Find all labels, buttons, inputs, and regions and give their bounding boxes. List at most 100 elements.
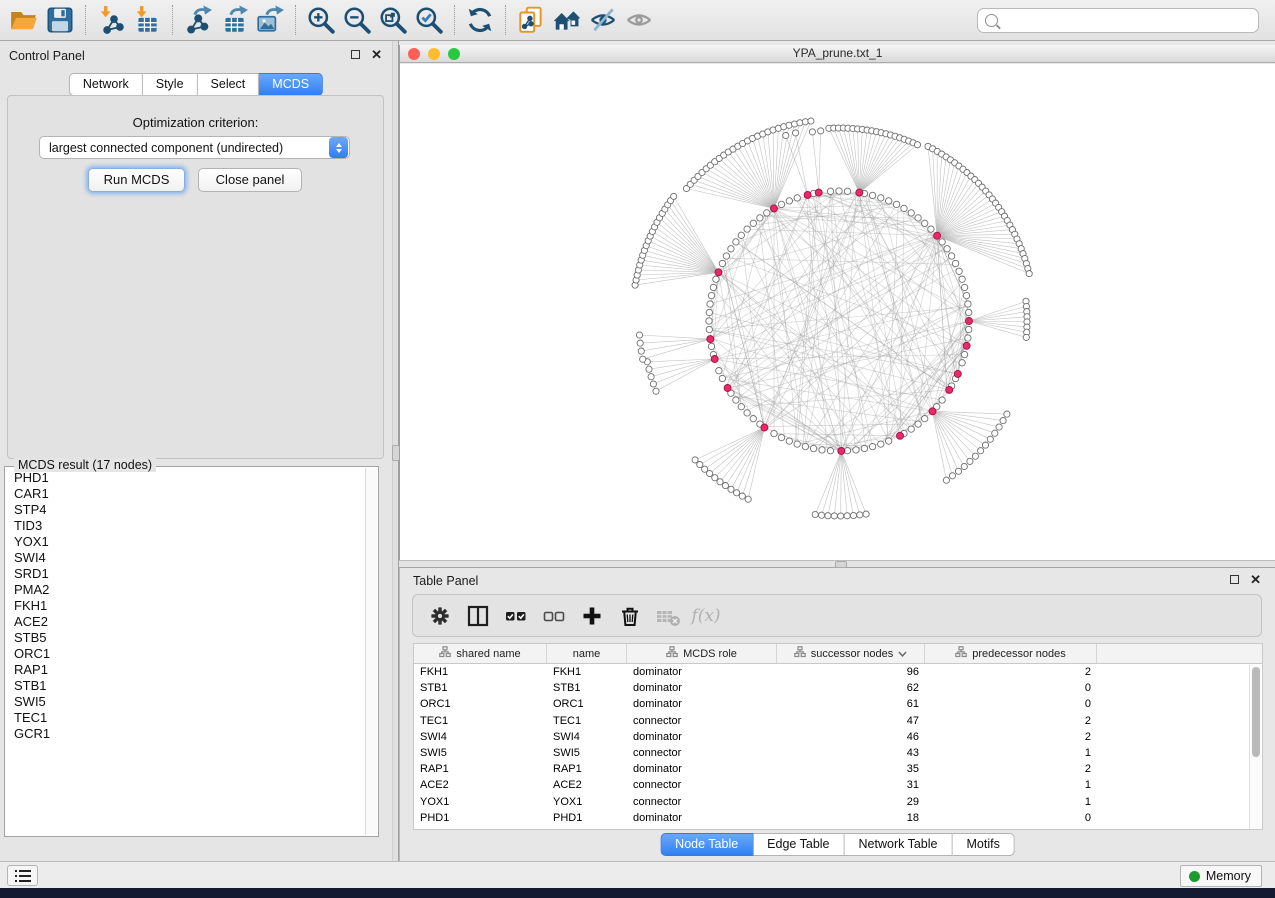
- zoom-in-icon[interactable]: [303, 3, 339, 37]
- tab-motifs[interactable]: Motifs: [952, 833, 1014, 856]
- result-node-item[interactable]: STB5: [6, 630, 365, 646]
- delete-column-icon[interactable]: [611, 599, 649, 633]
- zoom-selected-icon[interactable]: [411, 3, 447, 37]
- zoom-fit-icon[interactable]: [375, 3, 411, 37]
- mcds-result-box: MCDS result (17 nodes) PHD1CAR1STP4TID3Y…: [4, 466, 379, 837]
- result-node-item[interactable]: SWI4: [6, 550, 365, 566]
- close-panel-icon[interactable]: ✕: [371, 50, 382, 59]
- result-node-item[interactable]: CAR1: [6, 486, 365, 502]
- vertical-splitter[interactable]: [392, 41, 399, 861]
- cell-predecessor-nodes: 2: [925, 761, 1097, 777]
- close-panel-icon[interactable]: ✕: [1250, 575, 1261, 584]
- cell-shared-name: FKH1: [414, 664, 547, 680]
- column-header-successor-nodes[interactable]: successor nodes: [777, 644, 925, 663]
- table-row[interactable]: ACE2ACE2connector311: [414, 777, 1262, 793]
- result-node-item[interactable]: SWI5: [6, 694, 365, 710]
- select-all-rows-icon[interactable]: [497, 599, 535, 633]
- table-row[interactable]: PHD1PHD1dominator180: [414, 810, 1262, 826]
- toggle-columns-icon[interactable]: [459, 599, 497, 633]
- table-row[interactable]: SWI5SWI5connector431: [414, 745, 1262, 761]
- search-input[interactable]: [1004, 14, 1251, 28]
- result-node-item[interactable]: STB1: [6, 678, 365, 694]
- add-column-icon[interactable]: [573, 599, 611, 633]
- tab-network-table[interactable]: Network Table: [845, 833, 953, 856]
- new-network-from-selection-icon[interactable]: [513, 3, 549, 37]
- save-session-icon[interactable]: [42, 3, 78, 37]
- cell-shared-name: PHD1: [414, 810, 547, 826]
- export-image-icon[interactable]: [252, 3, 288, 37]
- scrollbar-thumb[interactable]: [1252, 667, 1260, 757]
- zoom-out-icon[interactable]: [339, 3, 375, 37]
- table-row[interactable]: SWI4SWI4dominator462: [414, 729, 1262, 745]
- tab-style[interactable]: Style: [143, 73, 198, 96]
- result-node-item[interactable]: FKH1: [6, 598, 365, 614]
- column-header-name[interactable]: name: [547, 644, 627, 663]
- deselect-all-rows-icon[interactable]: [535, 599, 573, 633]
- run-mcds-button[interactable]: Run MCDS: [88, 168, 185, 192]
- cell-predecessor-nodes: 1: [925, 777, 1097, 793]
- table-row[interactable]: RAP1RAP1dominator352: [414, 761, 1262, 777]
- result-node-item[interactable]: PMA2: [6, 582, 365, 598]
- criterion-select[interactable]: largest connected component (undirected): [39, 136, 350, 159]
- table-row[interactable]: ORC1ORC1dominator610: [414, 696, 1262, 712]
- float-panel-icon[interactable]: [1230, 575, 1239, 584]
- table-row[interactable]: STB1STB1dominator620: [414, 680, 1262, 696]
- first-neighbors-icon[interactable]: [549, 3, 585, 37]
- float-panel-icon[interactable]: [351, 50, 360, 59]
- table-row[interactable]: YOX1YOX1connector291: [414, 794, 1262, 810]
- cell-MCDS-role: connector: [627, 713, 777, 729]
- close-window-icon[interactable]: [408, 48, 420, 60]
- maximize-window-icon[interactable]: [448, 48, 460, 60]
- refresh-layout-icon[interactable]: [462, 3, 498, 37]
- result-node-item[interactable]: STP4: [6, 502, 365, 518]
- column-header-predecessor-nodes[interactable]: predecessor nodes: [925, 644, 1097, 663]
- cell-MCDS-role: dominator: [627, 761, 777, 777]
- cell-MCDS-role: dominator: [627, 664, 777, 680]
- table-row[interactable]: FKH1FKH1dominator962: [414, 664, 1262, 680]
- memory-button[interactable]: Memory: [1180, 865, 1262, 887]
- result-node-item[interactable]: TID3: [6, 518, 365, 534]
- horizontal-splitter[interactable]: [399, 560, 1275, 568]
- tab-mcds[interactable]: MCDS: [259, 73, 323, 96]
- network-canvas[interactable]: [400, 64, 1275, 560]
- column-header-MCDS-role[interactable]: MCDS role: [627, 644, 777, 663]
- control-panel-title: Control Panel: [9, 49, 85, 63]
- show-all-icon[interactable]: [621, 3, 657, 37]
- import-network-icon[interactable]: [93, 3, 129, 37]
- network-window: YPA_prune.txt_1: [399, 45, 1275, 560]
- result-node-item[interactable]: SRD1: [6, 566, 365, 582]
- cell-MCDS-role: dominator: [627, 680, 777, 696]
- splitter-grip[interactable]: [835, 561, 847, 568]
- result-node-item[interactable]: PHD1: [6, 470, 365, 486]
- search-box[interactable]: [977, 8, 1259, 33]
- close-panel-button[interactable]: Close panel: [198, 168, 302, 192]
- tab-node-table[interactable]: Node Table: [660, 833, 753, 856]
- column-header-shared-name[interactable]: shared name: [414, 644, 547, 663]
- export-network-icon[interactable]: [180, 3, 216, 37]
- result-node-item[interactable]: ACE2: [6, 614, 365, 630]
- cell-name: RAP1: [547, 761, 627, 777]
- hide-selected-icon[interactable]: [585, 3, 621, 37]
- tab-edge-table[interactable]: Edge Table: [753, 833, 844, 856]
- toolbar-separator: [172, 5, 173, 35]
- network-graph[interactable]: [400, 64, 1269, 561]
- namespace-icon: [794, 646, 806, 661]
- table-scrollbar[interactable]: [1249, 665, 1262, 829]
- open-file-icon[interactable]: [6, 3, 42, 37]
- show-log-button[interactable]: [7, 865, 38, 886]
- result-node-item[interactable]: YOX1: [6, 534, 365, 550]
- result-node-item[interactable]: GCR1: [6, 726, 365, 742]
- table-row[interactable]: TEC1TEC1connector472: [414, 713, 1262, 729]
- result-list-scrollbar[interactable]: [365, 468, 377, 835]
- tab-network[interactable]: Network: [69, 73, 143, 96]
- table-options-icon[interactable]: [421, 599, 459, 633]
- import-table-icon[interactable]: [129, 3, 165, 37]
- result-node-item[interactable]: TEC1: [6, 710, 365, 726]
- tab-select[interactable]: Select: [198, 73, 260, 96]
- result-node-item[interactable]: ORC1: [6, 646, 365, 662]
- export-table-icon[interactable]: [216, 3, 252, 37]
- cell-name: TEC1: [547, 713, 627, 729]
- status-bar: Memory: [0, 861, 1275, 888]
- minimize-window-icon[interactable]: [428, 48, 440, 60]
- result-node-item[interactable]: RAP1: [6, 662, 365, 678]
